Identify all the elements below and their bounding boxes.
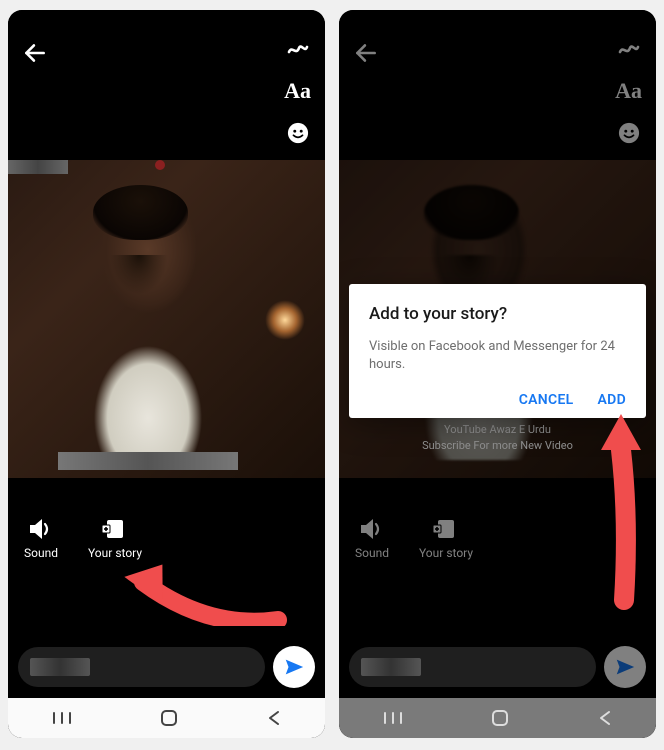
- editor-bottom-area: Sound Your story: [8, 478, 325, 738]
- your-story-button: Your story: [419, 518, 473, 560]
- smiley-icon: [287, 122, 309, 144]
- editor-top-area: Aa: [339, 10, 656, 160]
- dialog-title: Add to your story?: [369, 304, 626, 324]
- sticker-tool: [618, 122, 640, 144]
- nav-back-icon[interactable]: [598, 710, 612, 726]
- nav-recents-icon[interactable]: [383, 711, 403, 725]
- sound-toggle[interactable]: Sound: [24, 518, 58, 560]
- scribble-tool[interactable]: [286, 38, 310, 60]
- your-story-button[interactable]: Your story: [88, 518, 142, 560]
- android-nav-bar: [339, 698, 656, 738]
- compose-row: [18, 646, 315, 688]
- add-to-story-dialog: Add to your story? Visible on Facebook a…: [349, 284, 646, 418]
- send-button: [604, 646, 646, 688]
- dialog-cancel-button[interactable]: CANCEL: [519, 392, 574, 408]
- scribble-tool: [617, 38, 641, 60]
- nav-back-icon[interactable]: [267, 710, 281, 726]
- story-editor-screen-left: Aa Sound Your story: [8, 10, 325, 738]
- text-tool: Aa: [615, 78, 642, 104]
- back-arrow-icon: [353, 40, 379, 66]
- back-button[interactable]: [22, 40, 48, 70]
- back-button: [353, 40, 379, 70]
- sound-label: Sound: [355, 546, 389, 560]
- send-button[interactable]: [273, 646, 315, 688]
- sound-toggle: Sound: [355, 518, 389, 560]
- dialog-add-button[interactable]: ADD: [598, 392, 626, 408]
- your-story-label: Your story: [419, 546, 473, 560]
- speaker-icon: [28, 518, 54, 540]
- scribble-icon: [286, 38, 310, 60]
- recipient-pill: [349, 647, 596, 687]
- back-arrow-icon: [22, 40, 48, 66]
- dialog-body: Visible on Facebook and Messenger for 24…: [369, 338, 626, 374]
- speaker-icon: [359, 518, 385, 540]
- send-icon: [614, 656, 636, 678]
- smiley-icon: [618, 122, 640, 144]
- nav-home-icon[interactable]: [160, 709, 178, 727]
- your-story-label: Your story: [88, 546, 142, 560]
- sound-label: Sound: [24, 546, 58, 560]
- scribble-icon: [617, 38, 641, 60]
- android-nav-bar: [8, 698, 325, 738]
- add-story-icon: [102, 518, 128, 540]
- sticker-tool[interactable]: [287, 122, 309, 144]
- story-media-preview: [8, 160, 325, 478]
- add-story-icon: [433, 518, 459, 540]
- editor-bottom-area: Sound Your story: [339, 478, 656, 738]
- nav-home-icon[interactable]: [491, 709, 509, 727]
- story-editor-screen-right: Aa بیت ی یچان YouTube Awaz E Urdu Subscr…: [339, 10, 656, 738]
- compose-row: [349, 646, 646, 688]
- recipient-pill[interactable]: [18, 647, 265, 687]
- send-icon: [283, 656, 305, 678]
- nav-recents-icon[interactable]: [52, 711, 72, 725]
- editor-top-area: Aa: [8, 10, 325, 160]
- text-tool[interactable]: Aa: [284, 78, 311, 104]
